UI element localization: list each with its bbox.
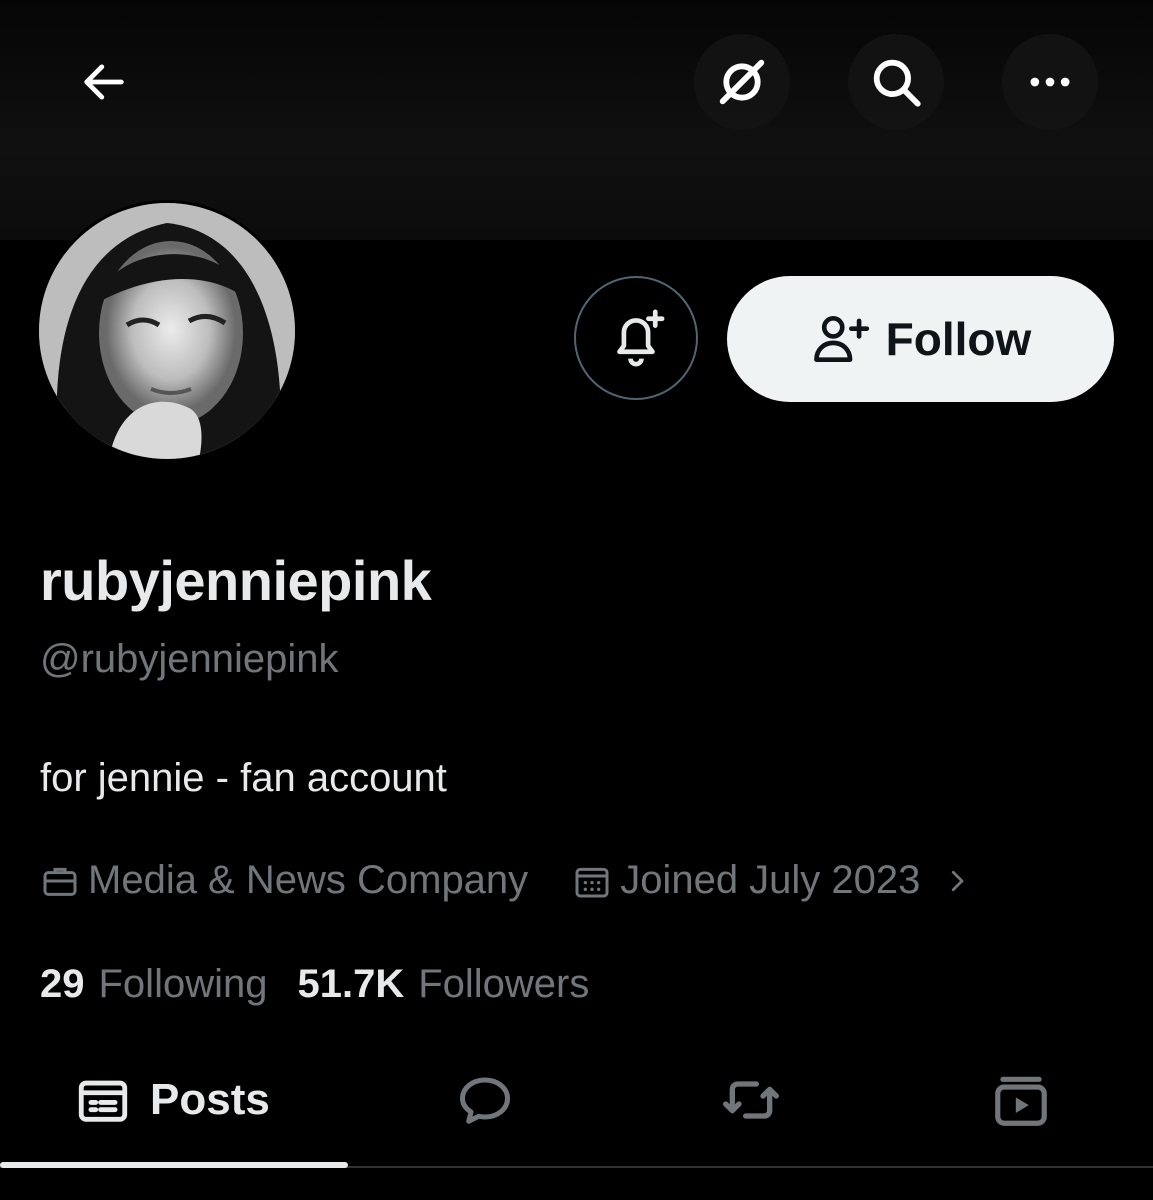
- back-button[interactable]: [56, 34, 152, 130]
- profile-tabs: Posts: [0, 1040, 1153, 1168]
- repost-icon: [723, 1081, 779, 1119]
- reply-bubble-icon: [460, 1077, 510, 1124]
- following-label: Following: [98, 962, 268, 1006]
- tab-replies[interactable]: [420, 1040, 550, 1160]
- profile-page: Follow rubyjenniepink @rubyjenniepink fo…: [0, 0, 1153, 1200]
- avatar-image: [39, 203, 295, 459]
- user-handle: @rubyjenniepink: [40, 637, 339, 681]
- avatar[interactable]: [36, 200, 298, 462]
- arrow-left-icon: [84, 64, 124, 100]
- tab-media[interactable]: [956, 1040, 1086, 1160]
- category-item: Media & News Company: [40, 858, 528, 903]
- search-button[interactable]: [848, 34, 944, 130]
- follow-button-label: Follow: [885, 313, 1032, 365]
- profile-meta: Media & News Company Joined July 2023: [40, 858, 972, 903]
- bell-plus-icon: [617, 309, 665, 367]
- more-horizontal-icon: [1030, 77, 1070, 87]
- person-plus-icon: [813, 316, 869, 362]
- briefcase-icon: [43, 867, 77, 896]
- active-tab-indicator: [0, 1162, 348, 1168]
- follow-stats: 29 Following 51.7K Followers: [40, 962, 589, 1007]
- tab-posts[interactable]: Posts: [40, 1040, 340, 1160]
- following-link[interactable]: 29 Following: [40, 962, 267, 1007]
- tab-reposts[interactable]: [686, 1040, 816, 1160]
- follow-button[interactable]: Follow: [727, 276, 1114, 402]
- followers-label: Followers: [418, 962, 590, 1006]
- followers-count: 51.7K: [297, 962, 405, 1006]
- media-video-icon: [995, 1076, 1047, 1126]
- notifications-button[interactable]: [574, 276, 698, 400]
- following-count: 29: [40, 962, 85, 1006]
- joined-label: Joined July 2023: [620, 858, 921, 902]
- grok-button[interactable]: [694, 34, 790, 130]
- avatar-portrait: [39, 203, 295, 459]
- category-label: Media & News Company: [88, 858, 529, 902]
- more-button[interactable]: [1002, 34, 1098, 130]
- display-name: rubyjenniepink: [40, 549, 432, 612]
- calendar-icon: [575, 867, 609, 897]
- posts-icon: [78, 1080, 128, 1122]
- tab-posts-label: Posts: [150, 1075, 270, 1124]
- grok-icon: [719, 59, 765, 105]
- chevron-right-icon: [952, 870, 964, 891]
- followers-link[interactable]: 51.7K Followers: [297, 962, 589, 1007]
- search-icon: [873, 59, 921, 107]
- joined-item[interactable]: Joined July 2023: [572, 858, 972, 903]
- bio: for jennie - fan account: [40, 756, 447, 800]
